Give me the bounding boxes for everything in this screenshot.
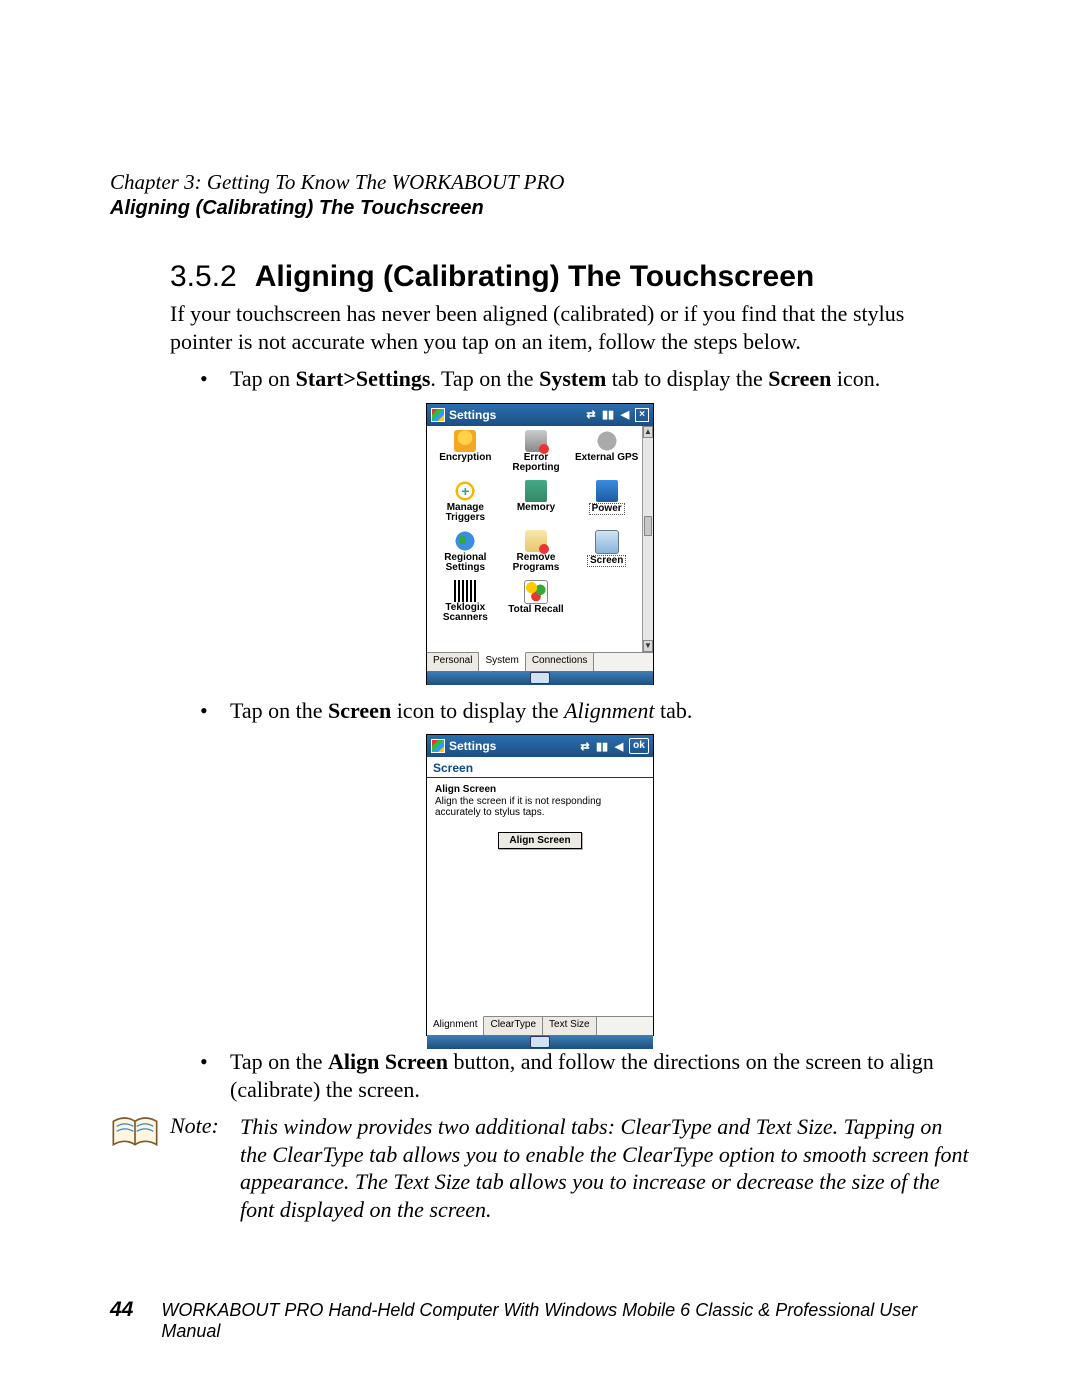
volume-icon[interactable]: ◀ xyxy=(612,739,626,753)
tab-personal[interactable]: Personal xyxy=(427,653,479,671)
step-2: Tap on the Screen icon to display the Al… xyxy=(170,697,970,725)
tab-cleartype[interactable]: ClearType xyxy=(484,1017,543,1035)
plus-icon xyxy=(454,480,476,502)
settings-body: Encryption Error Reporting External GPS … xyxy=(427,426,653,652)
signal-icon[interactable]: ▮▮ xyxy=(595,739,609,753)
note-label: Note: xyxy=(170,1113,240,1139)
settings-tabs: Personal System Connections xyxy=(427,652,653,671)
step-list-2: Tap on the Screen icon to display the Al… xyxy=(170,697,970,725)
scroll-up-arrow[interactable]: ▲ xyxy=(643,426,653,438)
keyboard-icon[interactable] xyxy=(530,1036,550,1048)
page-footer: 44 WORKABOUT PRO Hand-Held Computer With… xyxy=(110,1298,970,1342)
icon-total-recall[interactable]: Total Recall xyxy=(502,580,571,628)
screen-icon xyxy=(595,530,619,554)
icon-remove-programs[interactable]: Remove Programs xyxy=(502,530,571,578)
icon-encryption[interactable]: Encryption xyxy=(431,430,500,478)
lock-icon xyxy=(454,430,476,452)
start-flag-icon[interactable] xyxy=(431,408,445,422)
tab-alignment[interactable]: Alignment xyxy=(427,1016,484,1035)
remove-icon xyxy=(525,530,547,552)
note-block: Note: This window provides two additiona… xyxy=(110,1113,970,1223)
sip-taskbar xyxy=(427,1035,653,1049)
align-subheading: Align Screen xyxy=(435,784,645,795)
footer-text: WORKABOUT PRO Hand-Held Computer With Wi… xyxy=(161,1300,970,1342)
keyboard-icon[interactable] xyxy=(530,672,550,684)
connectivity-icon[interactable]: ⇄ xyxy=(578,739,592,753)
screen-tabs: Alignment ClearType Text Size xyxy=(427,1016,653,1035)
align-panel: Align Screen Align the screen if it is n… xyxy=(427,780,653,1016)
window-titlebar: Settings ⇄ ▮▮ ◀ × xyxy=(427,404,653,426)
scroll-down-arrow[interactable]: ▼ xyxy=(643,640,653,652)
note-text: This window provides two additional tabs… xyxy=(240,1113,970,1223)
section-heading: 3.5.2 Aligning (Calibrating) The Touchscr… xyxy=(170,260,970,294)
barcode-icon xyxy=(454,580,476,602)
section-number: 3.5.2 xyxy=(170,260,237,293)
chapter-subtitle: Aligning (Calibrating) The Touchscreen xyxy=(110,197,970,220)
start-flag-icon[interactable] xyxy=(431,739,445,753)
chip-icon xyxy=(525,480,547,502)
icon-screen[interactable]: Screen xyxy=(572,530,641,578)
gps-icon xyxy=(596,430,618,452)
step-list-3: Tap on the Align Screen button, and foll… xyxy=(170,1048,970,1103)
align-description: Align the screen if it is not responding… xyxy=(435,796,645,818)
recall-icon xyxy=(524,580,548,604)
tab-connections[interactable]: Connections xyxy=(526,653,595,671)
manual-page: Chapter 3: Getting To Know The WORKABOUT… xyxy=(0,0,1080,1397)
step-list-1: Tap on Start>Settings. Tap on the System… xyxy=(170,365,970,393)
step-1: Tap on Start>Settings. Tap on the System… xyxy=(170,365,970,393)
icon-regional-settings[interactable]: Regional Settings xyxy=(431,530,500,578)
step-3: Tap on the Align Screen button, and foll… xyxy=(170,1048,970,1103)
battery-icon xyxy=(596,480,618,502)
book-icon xyxy=(110,1113,160,1153)
window-title: Settings xyxy=(449,739,496,753)
chapter-header: Chapter 3: Getting To Know The WORKABOUT… xyxy=(110,170,970,195)
signal-icon[interactable]: ▮▮ xyxy=(601,408,615,422)
screenshot-screen-alignment: Settings ⇄ ▮▮ ◀ ok Screen Align Screen A… xyxy=(426,734,654,1036)
ok-button[interactable]: ok xyxy=(629,738,649,754)
icon-memory[interactable]: Memory xyxy=(502,480,571,528)
globe-icon xyxy=(454,530,476,552)
tab-system[interactable]: System xyxy=(479,652,525,671)
window-titlebar: Settings ⇄ ▮▮ ◀ ok xyxy=(427,735,653,757)
page-number: 44 xyxy=(110,1298,133,1322)
align-screen-button[interactable]: Align Screen xyxy=(498,832,581,849)
icon-power[interactable]: Power xyxy=(572,480,641,528)
icon-manage-triggers[interactable]: Manage Triggers xyxy=(431,480,500,528)
intro-paragraph: If your touchscreen has never been align… xyxy=(170,300,970,355)
close-icon[interactable]: × xyxy=(635,408,649,422)
window-title: Settings xyxy=(449,408,496,422)
icon-teklogix-scanners[interactable]: Teklogix Scanners xyxy=(431,580,500,628)
sip-taskbar xyxy=(427,671,653,685)
icon-error-reporting[interactable]: Error Reporting xyxy=(502,430,571,478)
panel-heading: Screen xyxy=(427,757,653,775)
section-title: Aligning (Calibrating) The Touchscreen xyxy=(255,260,814,293)
error-icon xyxy=(525,430,547,452)
icon-external-gps[interactable]: External GPS xyxy=(572,430,641,478)
scroll-thumb[interactable] xyxy=(644,516,652,536)
volume-icon[interactable]: ◀ xyxy=(618,408,632,422)
screenshot-settings-system: Settings ⇄ ▮▮ ◀ × Encryption Error Repor… xyxy=(426,403,654,685)
connectivity-icon[interactable]: ⇄ xyxy=(584,408,598,422)
settings-icon-grid: Encryption Error Reporting External GPS … xyxy=(427,426,643,628)
vertical-scrollbar[interactable]: ▲ ▼ xyxy=(642,426,653,652)
tab-text-size[interactable]: Text Size xyxy=(543,1017,597,1035)
